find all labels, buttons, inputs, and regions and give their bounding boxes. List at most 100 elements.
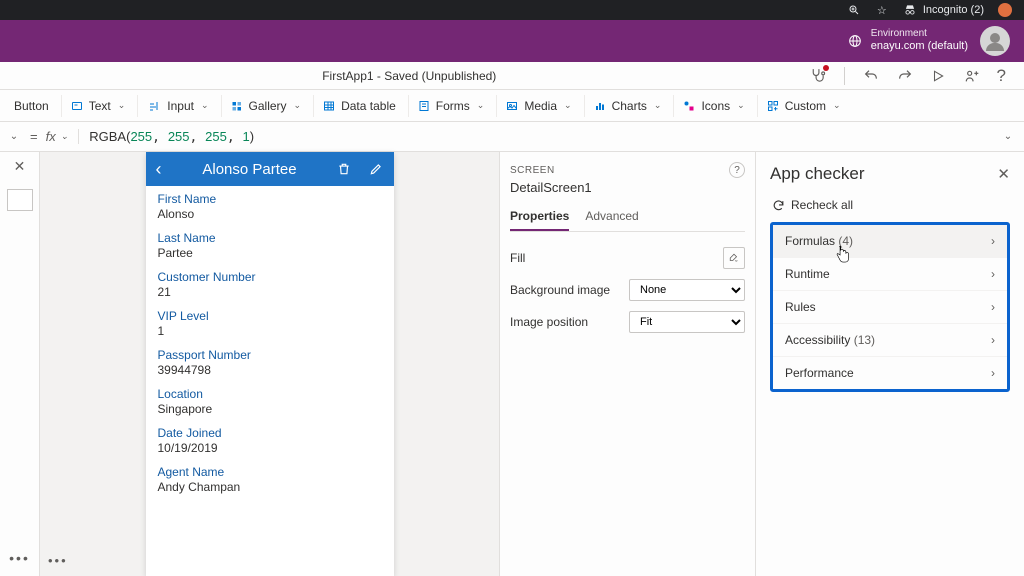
field-value: 1 [158, 323, 382, 338]
back-icon[interactable]: ‹ [156, 159, 162, 180]
play-icon[interactable] [931, 69, 945, 83]
ribbon-forms[interactable]: Forms⌄ [408, 95, 493, 117]
recheck-all[interactable]: Recheck all [770, 194, 1010, 222]
prop-imgpos-label: Image position [510, 315, 588, 329]
ribbon-charts[interactable]: Charts⌄ [584, 95, 670, 117]
text-icon [70, 100, 84, 112]
avatar[interactable] [980, 26, 1010, 56]
formula-expand[interactable]: ⌄ [998, 131, 1018, 142]
field-value: 10/19/2019 [158, 440, 382, 455]
incognito-label: Incognito (2) [923, 4, 984, 16]
detail-field: Passport Number39944798 [146, 342, 394, 381]
form-header: ‹ Alonso Partee [146, 152, 394, 186]
cat-accessibility[interactable]: Accessibility (13) › [773, 324, 1007, 357]
chevron-right-icon: › [991, 267, 995, 281]
tab-advanced[interactable]: Advanced [585, 205, 638, 231]
detail-field: Date Joined10/19/2019 [146, 420, 394, 459]
cat-runtime[interactable]: Runtime › [773, 258, 1007, 291]
ribbon-datatable[interactable]: Data table [313, 95, 404, 117]
edit-icon[interactable] [369, 162, 383, 176]
profile-dot-icon[interactable] [998, 3, 1012, 17]
ribbon-text-label: Text [89, 99, 111, 113]
share-icon[interactable] [963, 68, 979, 84]
formula-input[interactable]: RGBA(255, 255, 255, 1) [79, 129, 998, 145]
zoom-icon[interactable] [847, 3, 861, 17]
ribbon-gallery[interactable]: Gallery⌄ [221, 95, 310, 117]
detail-field: VIP Level1 [146, 303, 394, 342]
more-icon[interactable]: ••• [9, 550, 30, 566]
field-label: Agent Name [158, 465, 382, 479]
icons-icon [682, 100, 696, 112]
ribbon-media[interactable]: Media⌄ [496, 95, 579, 117]
environment-value: enayu.com (default) [871, 40, 968, 53]
ribbon-input[interactable]: Input⌄ [137, 95, 216, 117]
tree-thumb[interactable] [7, 189, 33, 211]
star-icon[interactable]: ☆ [875, 3, 889, 17]
screen-name: DetailScreen1 [510, 180, 745, 195]
field-label: Customer Number [158, 270, 382, 284]
ribbon-button[interactable]: Button [6, 95, 57, 117]
detail-field: Customer Number21 [146, 264, 394, 303]
fx-label: fx⌄ [46, 129, 80, 144]
ribbon-custom-label: Custom [785, 99, 826, 113]
app-title: FirstApp1 - Saved (Unpublished) [10, 69, 809, 83]
canvas-more[interactable]: ••• [48, 553, 68, 568]
ribbon-icons[interactable]: Icons⌄ [673, 95, 752, 117]
checker-categories: Formulas (4) › Runtime › Rules › Accessi… [770, 222, 1010, 392]
field-label: Passport Number [158, 348, 382, 362]
cat-rules[interactable]: Rules › [773, 291, 1007, 324]
cat-performance[interactable]: Performance › [773, 357, 1007, 389]
ribbon: Button Text⌄ Input⌄ Gallery⌄ Data table … [0, 90, 1024, 122]
canvas: ‹ Alonso Partee First NameAlonso Last Nam… [40, 152, 500, 576]
datatable-icon [322, 100, 336, 112]
info-icon[interactable]: ? [729, 162, 745, 178]
field-label: First Name [158, 192, 382, 206]
close-icon[interactable]: ✕ [14, 158, 26, 175]
detail-field: Last NamePartee [146, 225, 394, 264]
left-rail: ✕ ••• [0, 152, 40, 576]
ribbon-text[interactable]: Text⌄ [61, 95, 134, 117]
undo-icon[interactable] [863, 68, 879, 84]
workspace: ✕ ••• ‹ Alonso Partee First NameAlonso La… [0, 152, 1024, 576]
field-value: Alonso [158, 206, 382, 221]
ribbon-icons-label: Icons [701, 99, 730, 113]
prop-fill-value[interactable] [723, 247, 745, 269]
field-value: 39944798 [158, 362, 382, 377]
chevron-right-icon: › [991, 300, 995, 314]
detail-field: Agent NameAndy Champan [146, 459, 394, 498]
incognito-badge: Incognito (2) [903, 3, 984, 17]
field-label: Location [158, 387, 382, 401]
field-value: 21 [158, 284, 382, 299]
globe-icon [847, 33, 863, 49]
ribbon-forms-label: Forms [436, 99, 470, 113]
chevron-right-icon: › [991, 234, 995, 248]
app-checker-pane: App checker ✕ Recheck all Formulas (4) ›… [756, 152, 1024, 576]
field-label: Last Name [158, 231, 382, 245]
prop-bgimage-select[interactable]: None [629, 279, 745, 301]
help-icon[interactable]: ? [997, 66, 1006, 86]
gallery-icon [230, 100, 244, 112]
media-icon [505, 100, 519, 112]
ribbon-custom[interactable]: Custom⌄ [757, 95, 849, 117]
prop-imgpos-select[interactable]: Fit [629, 311, 745, 333]
cat-formulas[interactable]: Formulas (4) › [773, 225, 1007, 258]
screen-heading: SCREEN [510, 165, 555, 176]
tab-properties[interactable]: Properties [510, 205, 569, 231]
ribbon-input-label: Input [167, 99, 194, 113]
environment-bar: Environment enayu.com (default) [0, 20, 1024, 62]
detail-field: LocationSingapore [146, 381, 394, 420]
browser-chrome: ☆ Incognito (2) [0, 0, 1024, 20]
app-checker-icon[interactable] [809, 67, 826, 84]
close-checker-icon[interactable]: ✕ [997, 165, 1010, 183]
title-bar: FirstApp1 - Saved (Unpublished) ? [0, 62, 1024, 90]
forms-icon [417, 100, 431, 112]
redo-icon[interactable] [897, 68, 913, 84]
formula-bar: ⌄ = fx⌄ RGBA(255, 255, 255, 1) ⌄ [0, 122, 1024, 152]
field-label: VIP Level [158, 309, 382, 323]
delete-icon[interactable] [337, 162, 351, 176]
field-value: Andy Champan [158, 479, 382, 494]
environment-label: Environment [871, 28, 968, 40]
property-selector[interactable]: ⌄ [6, 131, 22, 142]
field-label: Date Joined [158, 426, 382, 440]
detail-form-preview[interactable]: ‹ Alonso Partee First NameAlonso Last Nam… [146, 152, 394, 576]
